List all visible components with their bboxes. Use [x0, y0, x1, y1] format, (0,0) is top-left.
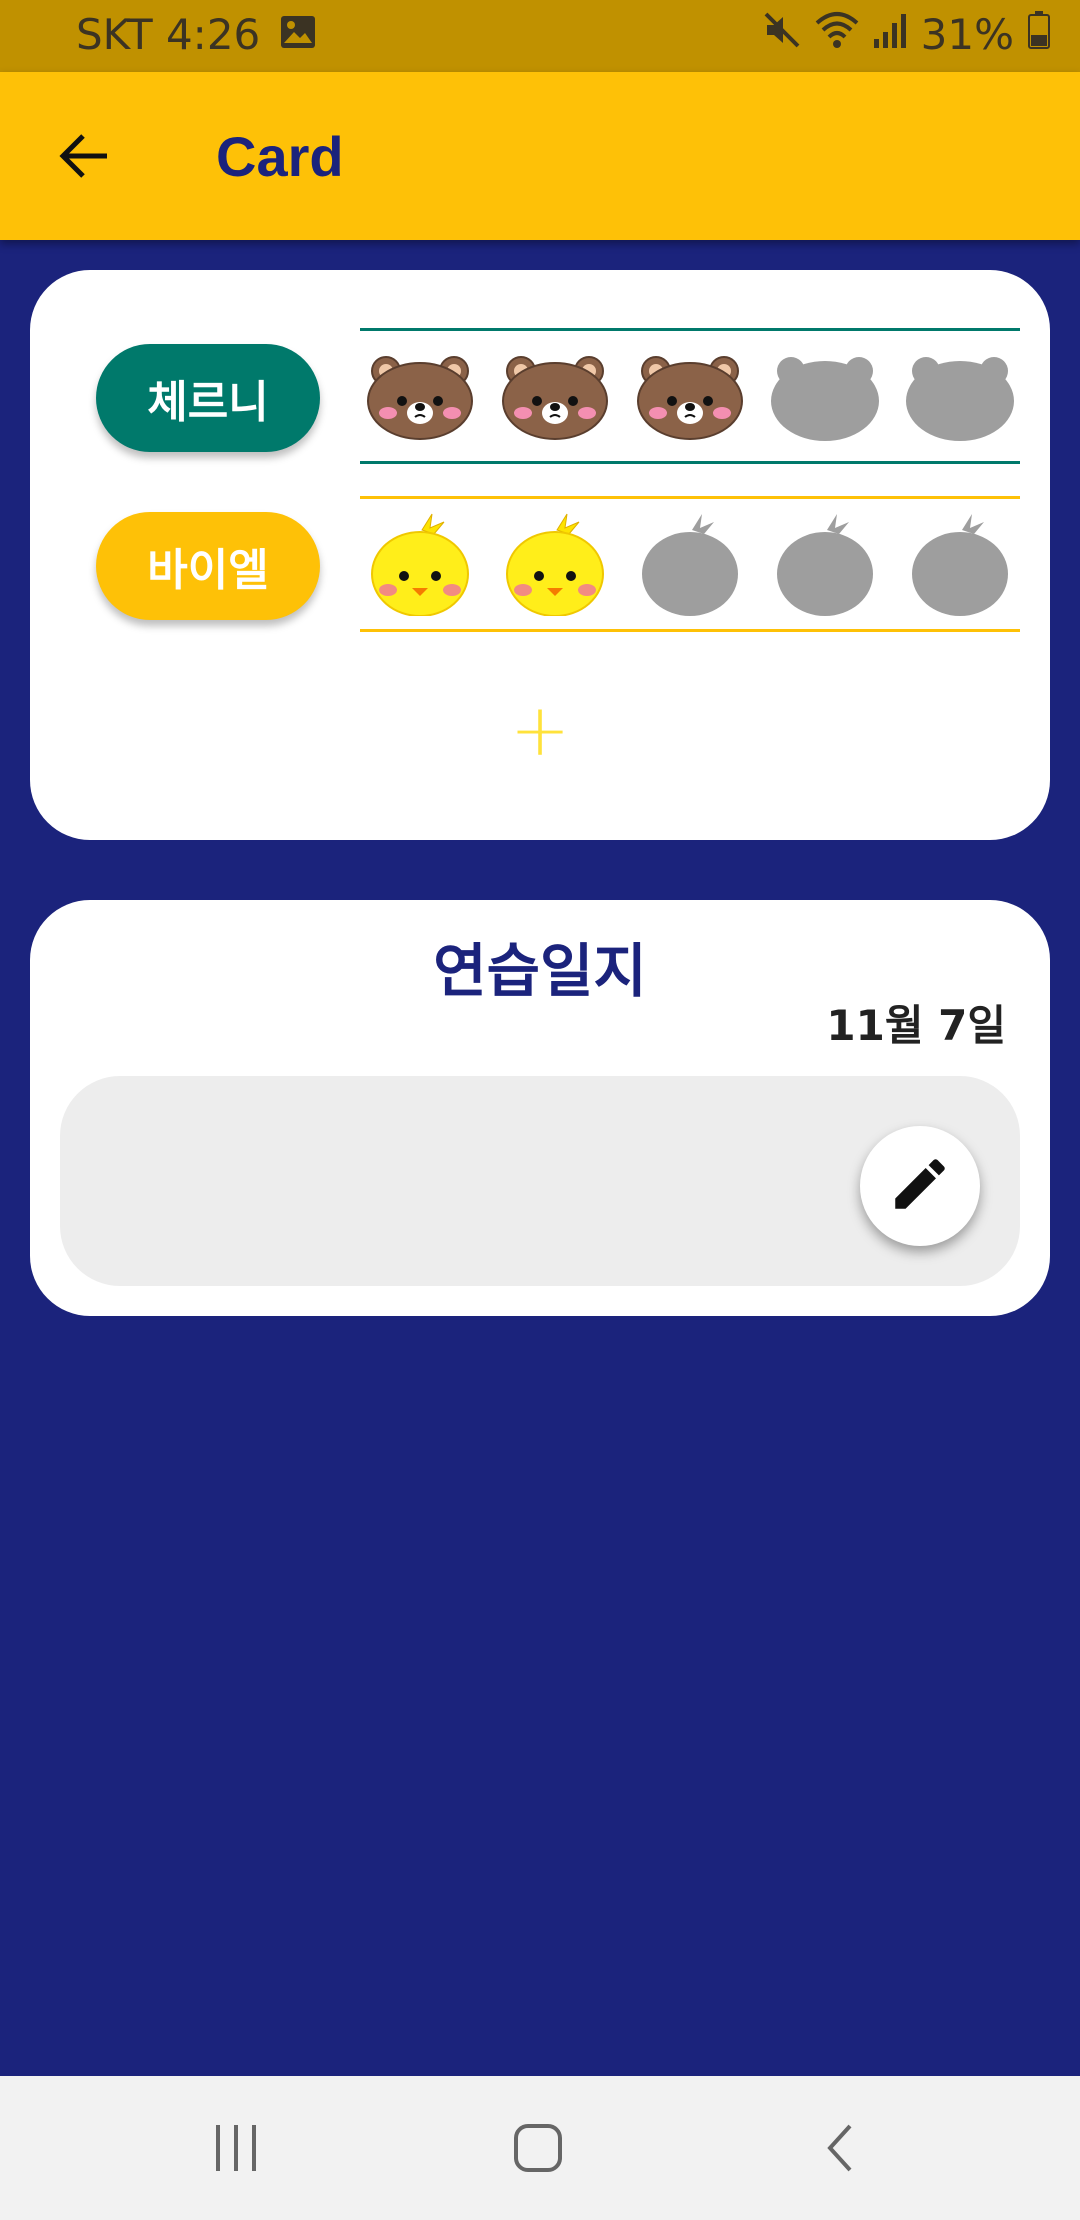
practice-log-date: 11월 7일 — [826, 1001, 1006, 1050]
recent-apps-icon[interactable] — [196, 2112, 276, 2184]
progress-row-czerny — [360, 328, 1020, 464]
chick-empty-icon[interactable] — [765, 504, 885, 624]
row-bottom-line — [360, 461, 1020, 464]
row-bottom-line — [360, 629, 1020, 632]
signal-icon — [873, 10, 907, 59]
bear-filled-icon[interactable] — [360, 336, 480, 456]
navigation-bar — [0, 2076, 1080, 2220]
book-pill-czerny[interactable]: 체르니 — [96, 344, 320, 452]
carrier-time: SKT 4:26 — [76, 10, 261, 59]
bear-filled-icon[interactable] — [495, 336, 615, 456]
pencil-icon — [887, 1151, 953, 1221]
bear-empty-icon[interactable] — [765, 336, 885, 456]
book-pill-beyer[interactable]: 바이엘 — [96, 512, 320, 620]
chick-empty-icon[interactable] — [900, 504, 1020, 624]
battery-text: 31% — [920, 10, 1014, 59]
add-button[interactable]: + — [500, 688, 580, 772]
wifi-icon — [815, 10, 859, 59]
app-bar: Card — [0, 72, 1080, 240]
chick-filled-icon[interactable] — [360, 504, 480, 624]
progress-icons — [360, 328, 1020, 464]
progress-row-beyer — [360, 496, 1020, 632]
page-title: Card — [216, 125, 344, 188]
back-nav-icon[interactable] — [800, 2112, 880, 2184]
counter-card: 체르니 바이엘 + — [30, 270, 1050, 840]
mute-icon — [763, 10, 801, 59]
image-icon — [280, 10, 316, 59]
progress-icons — [360, 496, 1020, 632]
chick-filled-icon[interactable] — [495, 504, 615, 624]
chick-empty-icon[interactable] — [630, 504, 750, 624]
battery-icon — [1028, 10, 1050, 59]
edit-button[interactable] — [860, 1126, 980, 1246]
home-icon[interactable] — [498, 2112, 578, 2184]
arrow-left-icon[interactable] — [48, 120, 120, 192]
status-bar: SKT 4:26 31% — [0, 0, 1080, 72]
bear-filled-icon[interactable] — [630, 336, 750, 456]
bear-empty-icon[interactable] — [900, 336, 1020, 456]
practice-log-card: 연습일지 11월 7일 — [30, 900, 1050, 1316]
